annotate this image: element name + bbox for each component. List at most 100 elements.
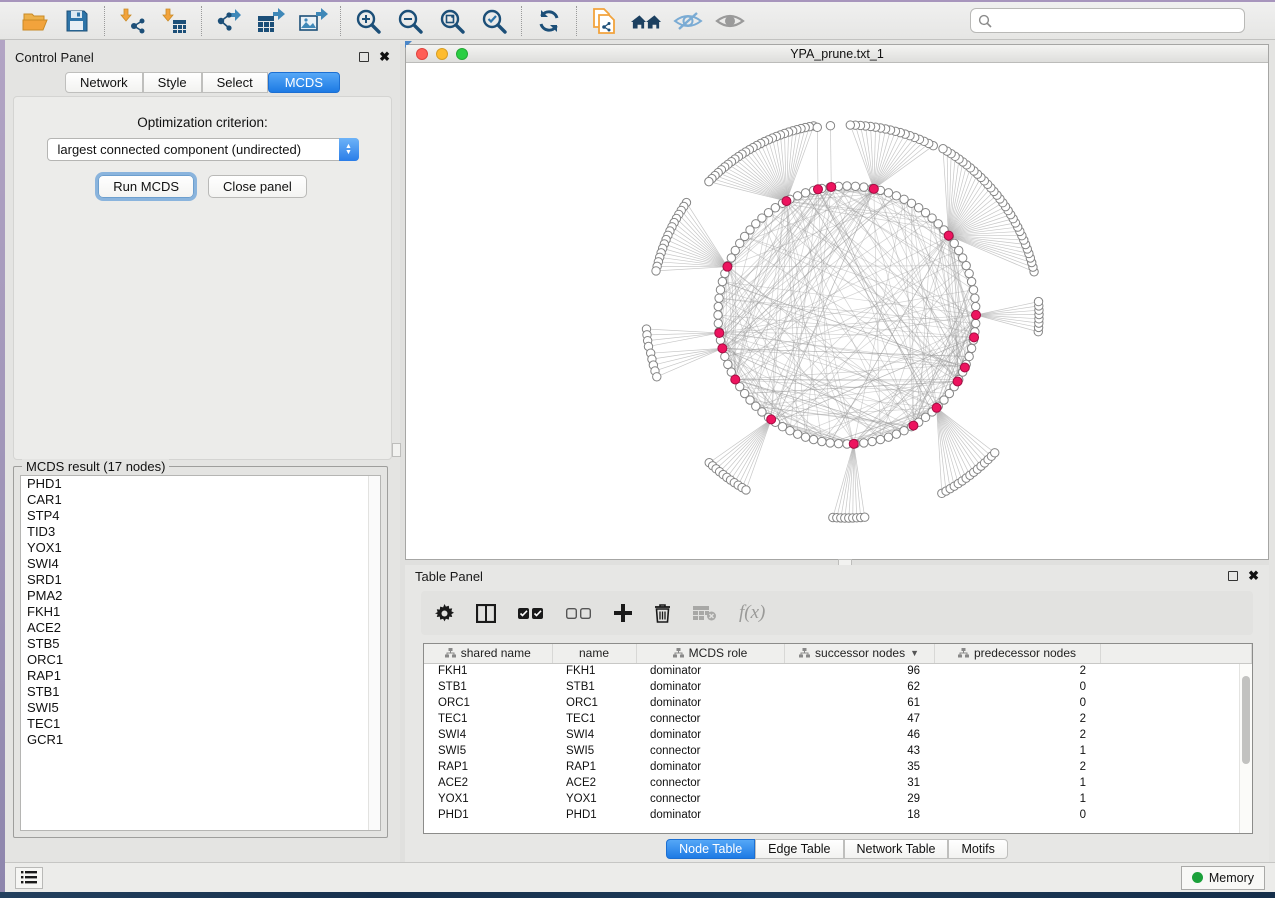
cell-shared-name[interactable]: RAP1 <box>424 759 552 775</box>
column-header-name[interactable]: name <box>552 644 636 663</box>
cell-mcds-role[interactable]: dominator <box>636 679 784 695</box>
cell-name[interactable]: FKH1 <box>552 663 636 679</box>
task-history-button[interactable] <box>15 867 43 889</box>
hide-selected-icon[interactable] <box>673 6 703 36</box>
tab-mcds[interactable]: MCDS <box>268 72 340 93</box>
mcds-result-item[interactable]: GCR1 <box>21 732 380 748</box>
cell-successor-nodes[interactable]: 61 <box>784 695 934 711</box>
cell-mcds-role[interactable]: connector <box>636 743 784 759</box>
table-row[interactable]: FKH1FKH1dominator962 <box>424 663 1252 679</box>
cell-mcds-role[interactable]: dominator <box>636 807 784 823</box>
mcds-result-item[interactable]: SRD1 <box>21 572 380 588</box>
cell-predecessor-nodes[interactable]: 1 <box>934 791 1100 807</box>
cell-mcds-role[interactable]: dominator <box>636 663 784 679</box>
table-row[interactable]: STB1STB1dominator620 <box>424 679 1252 695</box>
cell-name[interactable]: SWI4 <box>552 727 636 743</box>
criterion-dropdown[interactable]: largest connected component (undirected)… <box>47 138 359 161</box>
cell-predecessor-nodes[interactable]: 1 <box>934 743 1100 759</box>
tab-network-table[interactable]: Network Table <box>844 839 949 859</box>
first-neighbors-icon[interactable] <box>631 6 661 36</box>
cell-name[interactable]: YOX1 <box>552 791 636 807</box>
cell-name[interactable]: RAP1 <box>552 759 636 775</box>
mcds-result-item[interactable]: SWI4 <box>21 556 380 572</box>
cell-successor-nodes[interactable]: 29 <box>784 791 934 807</box>
cell-successor-nodes[interactable]: 62 <box>784 679 934 695</box>
table-row[interactable]: PHD1PHD1dominator180 <box>424 807 1252 823</box>
mcds-result-item[interactable]: STB1 <box>21 684 380 700</box>
run-mcds-button[interactable]: Run MCDS <box>98 175 194 198</box>
table-row[interactable]: ORC1ORC1dominator610 <box>424 695 1252 711</box>
vertical-split-handle[interactable] <box>392 443 401 457</box>
mcds-result-item[interactable]: TID3 <box>21 524 380 540</box>
cell-predecessor-nodes[interactable]: 1 <box>934 775 1100 791</box>
cell-name[interactable]: ORC1 <box>552 695 636 711</box>
mcds-result-item[interactable]: ORC1 <box>21 652 380 668</box>
cell-predecessor-nodes[interactable]: 0 <box>934 807 1100 823</box>
table-scrollbar-thumb[interactable] <box>1242 676 1250 764</box>
table-row[interactable]: YOX1YOX1connector291 <box>424 791 1252 807</box>
cell-successor-nodes[interactable]: 31 <box>784 775 934 791</box>
tab-style[interactable]: Style <box>143 72 202 93</box>
deselect-all-icon[interactable] <box>566 607 592 620</box>
table-scrollbar[interactable] <box>1239 664 1252 833</box>
add-column-icon[interactable] <box>614 604 632 622</box>
mcds-result-item[interactable]: TEC1 <box>21 716 380 732</box>
import-table-icon[interactable] <box>159 6 189 36</box>
mcds-result-item[interactable]: FKH1 <box>21 604 380 620</box>
mcds-result-item[interactable]: STP4 <box>21 508 380 524</box>
cell-shared-name[interactable]: FKH1 <box>424 663 552 679</box>
column-header-mcds-role[interactable]: MCDS role <box>636 644 784 663</box>
cell-successor-nodes[interactable]: 43 <box>784 743 934 759</box>
mcds-list-scrollbar[interactable] <box>368 476 380 830</box>
cell-predecessor-nodes[interactable]: 2 <box>934 759 1100 775</box>
cell-predecessor-nodes[interactable]: 0 <box>934 679 1100 695</box>
cell-shared-name[interactable]: TEC1 <box>424 711 552 727</box>
cell-shared-name[interactable]: YOX1 <box>424 791 552 807</box>
tab-node-table[interactable]: Node Table <box>666 839 755 859</box>
mcds-result-item[interactable]: SWI5 <box>21 700 380 716</box>
cell-shared-name[interactable]: SWI5 <box>424 743 552 759</box>
mcds-result-item[interactable]: YOX1 <box>21 540 380 556</box>
search-input[interactable] <box>997 14 1237 28</box>
table-row[interactable]: ACE2ACE2connector311 <box>424 775 1252 791</box>
close-table-panel-icon[interactable]: ✖ <box>1248 571 1259 581</box>
delete-icon[interactable] <box>654 603 671 623</box>
column-header-successor-nodes[interactable]: successor nodes▼ <box>784 644 934 663</box>
cell-mcds-role[interactable]: connector <box>636 791 784 807</box>
zoom-fit-icon[interactable] <box>437 6 467 36</box>
save-icon[interactable] <box>62 6 92 36</box>
mcds-result-item[interactable]: PMA2 <box>21 588 380 604</box>
cell-successor-nodes[interactable]: 47 <box>784 711 934 727</box>
cell-name[interactable]: STB1 <box>552 679 636 695</box>
cell-mcds-role[interactable]: dominator <box>636 759 784 775</box>
mcds-result-list[interactable]: PHD1CAR1STP4TID3YOX1SWI4SRD1PMA2FKH1ACE2… <box>20 475 381 831</box>
float-panel-icon[interactable] <box>359 52 369 62</box>
zoom-in-icon[interactable] <box>353 6 383 36</box>
table-row[interactable]: RAP1RAP1dominator352 <box>424 759 1252 775</box>
cell-shared-name[interactable]: STB1 <box>424 679 552 695</box>
clone-network-icon[interactable] <box>589 6 619 36</box>
cell-name[interactable]: ACE2 <box>552 775 636 791</box>
zoom-out-icon[interactable] <box>395 6 425 36</box>
cell-mcds-role[interactable]: dominator <box>636 727 784 743</box>
show-all-icon[interactable] <box>715 6 745 36</box>
column-view-icon[interactable] <box>476 604 496 623</box>
cell-shared-name[interactable]: PHD1 <box>424 807 552 823</box>
cell-shared-name[interactable]: ORC1 <box>424 695 552 711</box>
cell-predecessor-nodes[interactable]: 2 <box>934 727 1100 743</box>
table-row[interactable]: TEC1TEC1connector472 <box>424 711 1252 727</box>
cell-predecessor-nodes[interactable]: 2 <box>934 711 1100 727</box>
close-panel-icon[interactable]: ✖ <box>379 52 390 62</box>
gear-icon[interactable] <box>435 604 454 623</box>
export-image-icon[interactable] <box>298 6 328 36</box>
tab-select[interactable]: Select <box>202 72 268 93</box>
mcds-result-item[interactable]: ACE2 <box>21 620 380 636</box>
tab-motifs[interactable]: Motifs <box>948 839 1007 859</box>
cell-shared-name[interactable]: ACE2 <box>424 775 552 791</box>
export-network-icon[interactable] <box>214 6 244 36</box>
cell-successor-nodes[interactable]: 96 <box>784 663 934 679</box>
mcds-result-item[interactable]: PHD1 <box>21 476 380 492</box>
open-folder-icon[interactable] <box>20 6 50 36</box>
close-panel-button[interactable]: Close panel <box>208 175 307 198</box>
cell-mcds-role[interactable]: connector <box>636 775 784 791</box>
